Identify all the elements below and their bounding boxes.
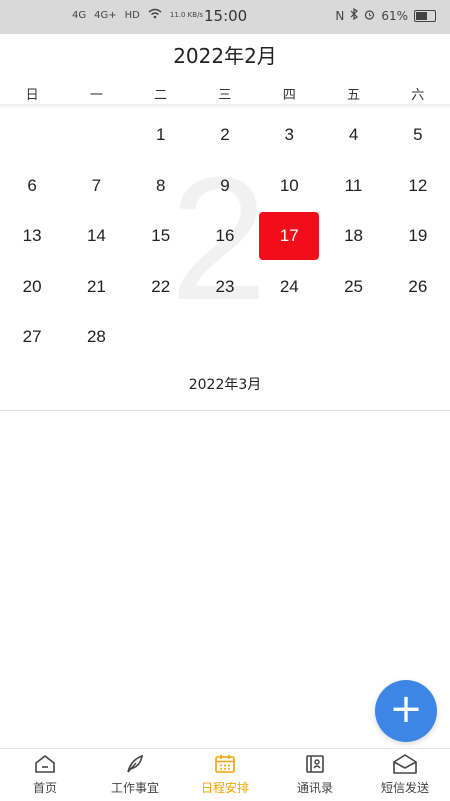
day-number: 21 (86, 276, 106, 296)
calendar-icon (214, 753, 236, 775)
day-number: 23 (215, 276, 235, 296)
day-number: 26 (408, 276, 428, 296)
day-cell[interactable]: 27 (0, 312, 64, 362)
day-number: 14 (86, 226, 106, 245)
tab-label: 通讯录 (296, 781, 333, 795)
bottom-tab-bar: 首页 工作事宜 日程安排 通讯录 短信发送 (0, 748, 450, 801)
day-cell[interactable]: 13 (0, 211, 64, 261)
month-title: 2022年2月 (173, 44, 277, 68)
day-number: 15 (151, 226, 171, 245)
wifi-icon (148, 8, 162, 22)
weekday-label: 五 (346, 88, 360, 103)
day-cell[interactable]: 10 (257, 161, 321, 211)
day-cell[interactable]: 21 (64, 262, 128, 312)
day-cell[interactable]: 15 (129, 211, 193, 261)
day-number: 17 (259, 212, 320, 260)
day-number: 6 (27, 175, 37, 195)
add-schedule-button[interactable]: + (375, 680, 437, 742)
nfc-icon: N (335, 8, 345, 23)
day-cell[interactable]: 19 (386, 211, 450, 261)
day-cell[interactable]: 24 (257, 262, 321, 312)
day-cell[interactable]: 8 (129, 161, 193, 211)
tab-home[interactable]: 首页 (0, 749, 90, 801)
day-cell[interactable]: 7 (64, 161, 128, 211)
day-cell[interactable]: 4 (321, 110, 385, 160)
day-number: 16 (215, 226, 235, 245)
day-cell[interactable]: 14 (64, 211, 128, 261)
day-cell[interactable]: 1 (129, 110, 193, 160)
selected-day-cell[interactable]: 17 (257, 211, 321, 261)
day-number: 4 (348, 125, 359, 144)
net-speed-label: 11.0 KB/s (169, 11, 204, 19)
tab-schedule[interactable]: 日程安排 (180, 749, 270, 801)
day-cell[interactable]: 25 (321, 262, 385, 312)
day-number: 2 (220, 125, 230, 144)
weekday-header: 日 一 二 三 四 五 六 (0, 84, 450, 104)
weekday-label: 六 (411, 88, 425, 103)
day-number: 20 (22, 276, 42, 296)
day-cell[interactable]: 6 (0, 161, 64, 211)
day-number: 22 (151, 276, 171, 296)
day-cell[interactable]: 11 (321, 161, 385, 211)
battery-icon (414, 9, 436, 22)
day-number: 10 (279, 175, 299, 195)
day-cell[interactable]: 5 (386, 110, 450, 160)
day-cell[interactable]: 28 (64, 312, 128, 362)
tab-label: 首页 (32, 781, 57, 795)
alarm-icon (364, 9, 375, 23)
weekday-label: 二 (154, 88, 168, 103)
day-number: 19 (408, 226, 428, 245)
home-icon (34, 753, 56, 775)
tab-contacts[interactable]: 通讯录 (270, 749, 360, 801)
day-number: 18 (344, 226, 364, 245)
day-cell[interactable]: 9 (193, 161, 257, 211)
weekday-label: 四 (282, 88, 296, 103)
status-right: N 61% (335, 7, 436, 23)
day-cell[interactable]: 23 (193, 262, 257, 312)
day-cell[interactable]: 12 (386, 161, 450, 211)
hd-label: HD (124, 9, 140, 21)
day-cell[interactable]: 16 (193, 211, 257, 261)
day-number: 7 (91, 175, 102, 195)
envelope-icon (392, 753, 418, 775)
day-cell[interactable]: 22 (129, 262, 193, 312)
day-cell[interactable]: 26 (386, 262, 450, 312)
weekday-label: 三 (218, 88, 232, 103)
next-month-label[interactable]: 2022年3月 (0, 374, 450, 394)
signal-1-label: 4G (72, 9, 87, 21)
battery-label: 61% (381, 8, 408, 23)
weekday-label: 一 (89, 88, 103, 103)
day-number: 8 (155, 175, 166, 195)
tab-label: 日程安排 (200, 781, 249, 795)
tab-label: 短信发送 (380, 781, 429, 795)
tab-label: 工作事宜 (110, 781, 159, 795)
status-left: 4G 4G+ HD 11.0 KB/s (72, 8, 203, 22)
day-cell[interactable]: 3 (257, 110, 321, 160)
day-number: 24 (279, 276, 299, 296)
day-cell[interactable]: 18 (321, 211, 385, 261)
contacts-icon (304, 753, 326, 775)
status-time: 15:00 (204, 7, 248, 25)
plus-icon: + (389, 686, 423, 732)
tab-sms[interactable]: 短信发送 (360, 749, 450, 801)
day-number: 25 (344, 276, 364, 296)
tab-work[interactable]: 工作事宜 (90, 749, 180, 801)
day-number: 12 (408, 175, 428, 195)
status-bar: 4G 4G+ HD 11.0 KB/s 15:00 N 61% (0, 0, 450, 34)
signal-2-label: 4G+ (94, 9, 117, 21)
day-number: 27 (22, 327, 42, 346)
weekday-label: 日 (25, 88, 39, 103)
day-number: 5 (413, 125, 423, 144)
day-number: 11 (344, 175, 363, 195)
divider (0, 410, 450, 411)
day-number: 1 (155, 125, 166, 144)
feather-icon (125, 753, 145, 775)
bluetooth-icon (350, 7, 359, 23)
day-number: 9 (220, 175, 230, 195)
day-number: 28 (86, 327, 106, 346)
day-number: 3 (284, 125, 294, 144)
day-number: 13 (22, 226, 42, 245)
day-cell[interactable]: 20 (0, 262, 64, 312)
day-cell[interactable]: 2 (193, 110, 257, 160)
